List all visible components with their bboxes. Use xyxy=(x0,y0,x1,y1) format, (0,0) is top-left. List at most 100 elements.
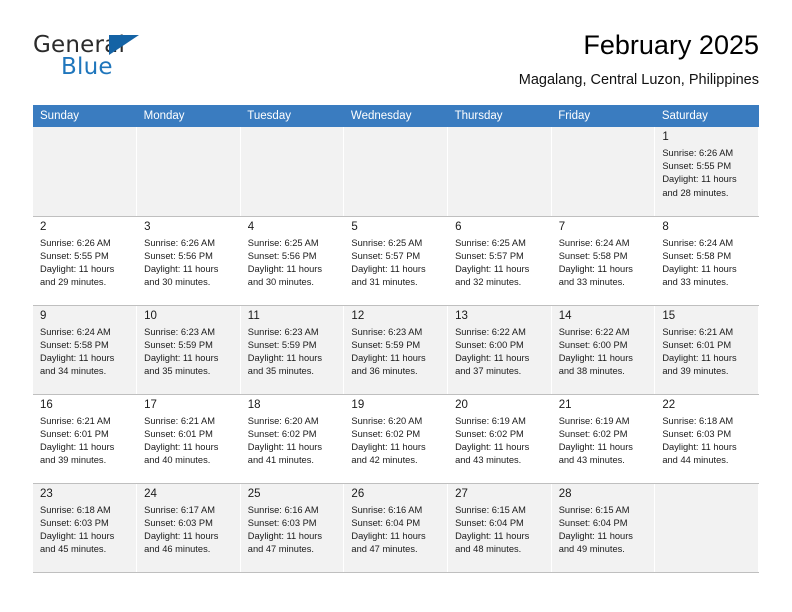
day-cell-inner xyxy=(655,483,758,572)
day-number: 28 xyxy=(558,487,572,500)
day-info-sunset: Sunset: 6:04 PM xyxy=(558,517,628,528)
day-cell-inner: 19 Sunrise: 6:20 AM Sunset: 6:02 PM Dayligh… xyxy=(344,395,447,483)
brand-logo[interactable]: General Blue xyxy=(33,32,233,88)
calendar-day-cell[interactable]: 8 Sunrise: 6:24 AM Sunset: 5:58 PM Daylight… xyxy=(654,216,759,306)
day-info-daylight-line1: Daylight: 11 hours xyxy=(351,441,426,452)
calendar-day-cell[interactable]: 4 Sunrise: 6:25 AM Sunset: 5:56 PM Daylight… xyxy=(240,216,345,306)
day-info-daylight-line1: Daylight: 11 hours xyxy=(144,352,219,363)
day-info-sunset: Sunset: 6:01 PM xyxy=(40,428,109,439)
calendar-week-row: 23 Sunrise: 6:18 AM Sunset: 6:03 PM Dayligh… xyxy=(33,483,759,573)
calendar-day-cell[interactable]: 25 Sunrise: 6:16 AM Sunset: 6:03 PM Dayligh… xyxy=(240,483,345,573)
day-sun-info: Sunrise: 6:15 AM Sunset: 6:04 PM Daylight:… xyxy=(559,504,650,557)
calendar-day-cell[interactable]: 13 Sunrise: 6:22 AM Sunset: 6:00 PM Dayligh… xyxy=(447,305,552,395)
day-cell-inner: 14 Sunrise: 6:22 AM Sunset: 6:00 PM Dayligh… xyxy=(551,305,655,394)
day-info-daylight-line2: and 32 minutes. xyxy=(455,277,522,288)
day-cell-inner: 20 Sunrise: 6:19 AM Sunset: 6:02 PM Dayligh… xyxy=(448,395,551,483)
day-info-sunrise: Sunrise: 6:24 AM xyxy=(558,237,630,248)
day-number: 25 xyxy=(247,487,261,500)
day-info-daylight-line2: and 34 minutes. xyxy=(40,366,107,377)
day-sun-info: Sunrise: 6:25 AM Sunset: 5:57 PM Daylight:… xyxy=(455,237,546,290)
calendar-day-cell[interactable]: 1 Sunrise: 6:26 AM Sunset: 5:55 PM Daylight… xyxy=(654,127,759,217)
day-info-sunrise: Sunrise: 6:23 AM xyxy=(144,326,215,337)
day-info-sunset: Sunset: 6:00 PM xyxy=(455,339,524,350)
calendar-grid: Sunday Monday Tuesday Wednesday Thursday Frid… xyxy=(33,105,759,573)
day-number: 21 xyxy=(558,398,572,411)
day-sun-info: Sunrise: 6:25 AM Sunset: 5:56 PM Daylight:… xyxy=(248,237,339,290)
day-number: 8 xyxy=(662,220,669,233)
day-sun-info: Sunrise: 6:21 AM Sunset: 6:01 PM Daylight:… xyxy=(40,415,131,468)
day-cell-inner: 9 Sunrise: 6:24 AM Sunset: 5:58 PM Daylight… xyxy=(33,305,137,394)
day-info-daylight-line1: Daylight: 11 hours xyxy=(455,263,530,274)
calendar-day-cell[interactable]: 12 Sunrise: 6:23 AM Sunset: 5:59 PM Dayligh… xyxy=(343,305,449,395)
day-cell-inner: 1 Sunrise: 6:26 AM Sunset: 5:55 PM Daylight… xyxy=(655,127,758,216)
day-info-daylight-line1: Daylight: 11 hours xyxy=(247,263,323,274)
day-cell-inner: 16 Sunrise: 6:21 AM Sunset: 6:01 PM Dayligh… xyxy=(33,395,136,483)
calendar-day-cell[interactable]: 7 Sunrise: 6:24 AM Sunset: 5:58 PM Daylight… xyxy=(551,216,656,306)
day-sun-info: Sunrise: 6:26 AM Sunset: 5:56 PM Daylight:… xyxy=(144,237,235,290)
calendar-day-cell[interactable]: 3 Sunrise: 6:26 AM Sunset: 5:56 PM Daylight… xyxy=(136,216,241,306)
day-info-sunset: Sunset: 5:57 PM xyxy=(351,250,421,261)
day-cell-inner: 28 Sunrise: 6:15 AM Sunset: 6:04 PM Dayligh… xyxy=(551,483,655,572)
calendar-day-cell[interactable]: 28 Sunrise: 6:15 AM Sunset: 6:04 PM Dayligh… xyxy=(551,483,656,573)
calendar-day-cell[interactable]: 17 Sunrise: 6:21 AM Sunset: 6:01 PM Dayligh… xyxy=(136,394,241,484)
day-cell-inner: 3 Sunrise: 6:26 AM Sunset: 5:56 PM Daylight… xyxy=(137,217,240,305)
day-cell-inner: 17 Sunrise: 6:21 AM Sunset: 6:01 PM Dayligh… xyxy=(137,395,240,483)
day-info-sunrise: Sunrise: 6:19 AM xyxy=(558,415,630,426)
day-info-daylight-line2: and 43 minutes. xyxy=(455,455,522,466)
day-sun-info: Sunrise: 6:25 AM Sunset: 5:57 PM Daylight:… xyxy=(351,237,442,290)
day-info-sunrise: Sunrise: 6:18 AM xyxy=(40,504,111,515)
calendar-day-cell[interactable]: 5 Sunrise: 6:25 AM Sunset: 5:57 PM Daylight… xyxy=(343,216,449,306)
calendar-week-row: 2 Sunrise: 6:26 AM Sunset: 5:55 PM Daylight… xyxy=(33,216,759,306)
day-sun-info: Sunrise: 6:16 AM Sunset: 6:03 PM Daylight:… xyxy=(248,504,339,557)
day-cell-inner: 4 Sunrise: 6:25 AM Sunset: 5:56 PM Daylight… xyxy=(241,217,344,305)
calendar-day-cell[interactable]: 27 Sunrise: 6:15 AM Sunset: 6:04 PM Dayligh… xyxy=(447,483,552,573)
calendar-day-cell[interactable]: 19 Sunrise: 6:20 AM Sunset: 6:02 PM Dayligh… xyxy=(343,394,449,484)
day-info-daylight-line1: Daylight: 11 hours xyxy=(351,352,426,363)
day-info-sunset: Sunset: 6:04 PM xyxy=(351,517,421,528)
day-info-sunrise: Sunrise: 6:23 AM xyxy=(247,326,319,337)
calendar-day-cell[interactable]: 24 Sunrise: 6:17 AM Sunset: 6:03 PM Dayligh… xyxy=(136,483,241,573)
day-info-daylight-line2: and 39 minutes. xyxy=(662,366,729,377)
page-title: February 2025 xyxy=(583,30,759,60)
calendar-day-cell[interactable]: 10 Sunrise: 6:23 AM Sunset: 5:59 PM Dayligh… xyxy=(136,305,241,395)
day-info-sunrise: Sunrise: 6:15 AM xyxy=(558,504,630,515)
day-info-daylight-line1: Daylight: 11 hours xyxy=(455,530,530,541)
calendar-day-cell[interactable]: 18 Sunrise: 6:20 AM Sunset: 6:02 PM Dayligh… xyxy=(240,394,345,484)
weekday-header-thursday: Thursday xyxy=(447,105,552,127)
day-info-sunrise: Sunrise: 6:21 AM xyxy=(40,415,111,426)
day-number: 9 xyxy=(40,309,47,322)
day-number: 17 xyxy=(144,398,157,411)
day-cell-inner: 5 Sunrise: 6:25 AM Sunset: 5:57 PM Daylight… xyxy=(344,217,447,305)
calendar-day-cell[interactable]: 16 Sunrise: 6:21 AM Sunset: 6:01 PM Dayligh… xyxy=(33,394,138,484)
day-info-daylight-line1: Daylight: 11 hours xyxy=(144,441,219,452)
calendar-day-cell[interactable]: 14 Sunrise: 6:22 AM Sunset: 6:00 PM Dayligh… xyxy=(551,305,656,395)
day-info-daylight-line2: and 30 minutes. xyxy=(144,277,211,288)
calendar-day-cell[interactable]: 15 Sunrise: 6:21 AM Sunset: 6:01 PM Dayligh… xyxy=(654,305,759,395)
day-cell-inner: 25 Sunrise: 6:16 AM Sunset: 6:03 PM Dayligh… xyxy=(240,483,344,572)
calendar-day-cell[interactable]: 9 Sunrise: 6:24 AM Sunset: 5:58 PM Daylight… xyxy=(33,305,138,395)
calendar-day-cell[interactable]: 6 Sunrise: 6:25 AM Sunset: 5:57 PM Daylight… xyxy=(447,216,552,306)
day-info-sunrise: Sunrise: 6:25 AM xyxy=(247,237,319,248)
day-cell-inner xyxy=(33,127,137,216)
day-number: 23 xyxy=(40,487,53,500)
day-number: 7 xyxy=(558,220,566,233)
calendar-day-cell[interactable]: 22 Sunrise: 6:18 AM Sunset: 6:03 PM Dayligh… xyxy=(654,394,759,484)
day-sun-info: Sunrise: 6:23 AM Sunset: 5:59 PM Daylight:… xyxy=(351,326,442,379)
day-info-daylight-line2: and 37 minutes. xyxy=(455,366,522,377)
day-cell-inner xyxy=(240,127,344,216)
day-info-sunset: Sunset: 6:03 PM xyxy=(40,517,109,528)
calendar-day-cell[interactable]: 11 Sunrise: 6:23 AM Sunset: 5:59 PM Dayligh… xyxy=(240,305,345,395)
calendar-day-cell[interactable]: 2 Sunrise: 6:26 AM Sunset: 5:55 PM Daylight… xyxy=(33,216,138,306)
calendar-day-cell[interactable]: 20 Sunrise: 6:19 AM Sunset: 6:02 PM Dayligh… xyxy=(447,394,552,484)
day-info-sunrise: Sunrise: 6:20 AM xyxy=(351,415,423,426)
calendar-day-cell[interactable]: 23 Sunrise: 6:18 AM Sunset: 6:03 PM Dayligh… xyxy=(33,483,138,573)
day-info-daylight-line2: and 35 minutes. xyxy=(144,366,211,377)
calendar-day-cell[interactable]: 21 Sunrise: 6:19 AM Sunset: 6:02 PM Dayligh… xyxy=(551,394,656,484)
calendar-cell-empty xyxy=(33,127,138,217)
title-block: February 2025 Magalang, Central Luzon, P… xyxy=(239,28,759,92)
triangle-logo-icon xyxy=(109,35,139,55)
day-sun-info: Sunrise: 6:23 AM Sunset: 5:59 PM Daylight:… xyxy=(144,326,235,379)
day-info-daylight-line1: Daylight: 11 hours xyxy=(40,441,115,452)
calendar-day-cell[interactable]: 26 Sunrise: 6:16 AM Sunset: 6:04 PM Dayligh… xyxy=(343,483,449,573)
calendar-header-row: Sunday Monday Tuesday Wednesday Thursday Frid… xyxy=(33,105,759,127)
